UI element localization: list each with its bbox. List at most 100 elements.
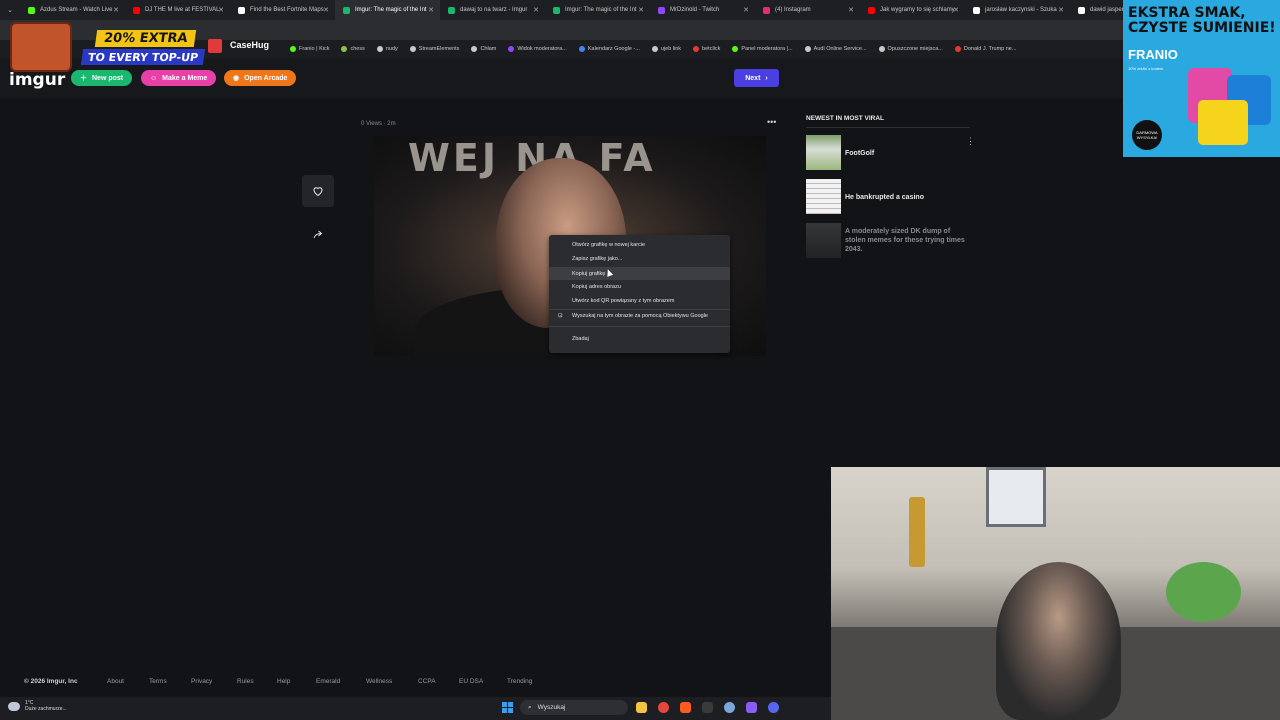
more-options-icon[interactable]: •••	[767, 117, 776, 127]
google-lens-icon: ⊡	[558, 313, 563, 319]
casehug-logo: CaseHug	[230, 40, 270, 50]
tab-title: Jak wygramy to się schlamy	[880, 7, 955, 13]
close-tab-icon[interactable]: ✕	[953, 6, 959, 14]
footer-link[interactable]: Terms	[149, 678, 167, 685]
browser-tab[interactable]: (4) Instagram ✕	[755, 0, 860, 20]
search-icon: ⌕	[528, 703, 532, 711]
file-explorer-icon[interactable]	[636, 702, 647, 713]
tab-favicon-icon	[448, 6, 455, 14]
webcam-streamer	[996, 562, 1121, 720]
close-tab-icon[interactable]: ✕	[113, 6, 119, 14]
close-tab-icon[interactable]: ✕	[428, 6, 434, 14]
app-icon[interactable]	[746, 702, 757, 713]
menu-open-image-new-tab[interactable]: Otwórz grafikę w nowej karcie	[572, 242, 645, 248]
close-tab-icon[interactable]: ✕	[218, 6, 224, 14]
like-button[interactable]	[302, 175, 334, 207]
browser-tab[interactable]: Find the Best Fortnite Maps ✕	[230, 0, 335, 20]
share-button[interactable]	[308, 225, 328, 245]
close-tab-icon[interactable]: ✕	[323, 6, 329, 14]
footer-link[interactable]: CCPA	[418, 678, 436, 685]
bookmark-item[interactable]: Kalendarz Google -...	[578, 46, 640, 52]
bookmark-item[interactable]: Widok moderatora...	[508, 46, 567, 52]
discord-icon[interactable]	[768, 702, 779, 713]
menu-save-image-as[interactable]: Zapisz grafikę jako...	[572, 256, 622, 262]
copyright: © 2026 Imgur, Inc	[24, 678, 78, 685]
share-arrow-icon	[313, 230, 323, 239]
bookmark-icon	[954, 46, 961, 52]
tab-list-icon[interactable]: ⌄	[0, 6, 20, 14]
browser-tab[interactable]: jarosław kaczynski - Szuka ✕	[965, 0, 1070, 20]
ad-subtext: 10% zniżki z kodem	[1128, 66, 1164, 71]
tab-title: MrDzinold - Twitch	[670, 7, 720, 13]
browser-tab[interactable]: Azdus Stream - Watch Live ✕	[20, 0, 125, 20]
app-icon[interactable]	[702, 702, 713, 713]
browser-tab[interactable]: MrDzinold - Twitch ✕	[650, 0, 755, 20]
bookmark-item[interactable]: nudy	[376, 46, 398, 52]
browser-tab[interactable]: dawaj to na twarz - Imgur ✕	[440, 0, 545, 20]
bookmark-item[interactable]: StreamElements	[409, 46, 459, 52]
footer-link[interactable]: Privacy	[191, 678, 212, 685]
post-title: FootGolf	[845, 150, 875, 157]
casehug-ad[interactable]: 20% EXTRA TO EVERY TOP-UP CaseHug	[10, 22, 275, 72]
tab-favicon-icon	[868, 6, 875, 14]
footer-link[interactable]: Help	[277, 678, 290, 685]
footer-link[interactable]: About	[107, 678, 124, 685]
plus-icon: ＋	[80, 75, 87, 82]
bookmark-item[interactable]: Chłam	[471, 46, 496, 52]
franio-ad[interactable]: EKSTRA SMAK, CZYSTE SUMIENIE! FRANIO 10% …	[1123, 0, 1280, 157]
menu-copy-image[interactable]: Kopiuj grafikę	[549, 267, 730, 280]
tab-favicon-icon	[1078, 6, 1085, 14]
meme-icon: ☺	[150, 74, 158, 82]
close-tab-icon[interactable]: ✕	[743, 6, 749, 14]
footer-link[interactable]: Wellness	[366, 678, 392, 685]
make-meme-button[interactable]: ☺ Make a Meme	[141, 70, 217, 86]
footer-link[interactable]: EU DSA	[459, 678, 483, 685]
casehug-line2: TO EVERY TOP-UP	[80, 49, 206, 65]
menu-inspect[interactable]: Zbadaj	[572, 336, 589, 342]
imgur-logo[interactable]: imgur	[9, 70, 65, 90]
chrome-icon[interactable]	[658, 702, 669, 713]
bookmark-item[interactable]: Opuszczone miejsca...	[878, 46, 943, 52]
bookmark-item[interactable]: Franio | Kick	[290, 46, 329, 52]
close-tab-icon[interactable]: ✕	[1058, 6, 1064, 14]
bookmark-item[interactable]: Panel moderatora |...	[732, 46, 793, 52]
app-icon[interactable]	[680, 702, 691, 713]
taskbar-search[interactable]: ⌕ Wyszukaj	[520, 700, 628, 715]
browser-tab[interactable]: DJ THE M live at FESTIVAL ✕	[125, 0, 230, 20]
footer-link[interactable]: Trending	[507, 678, 532, 685]
footer-link[interactable]: Emerald	[316, 678, 340, 685]
tab-title: dawaj to na twarz - Imgur	[460, 7, 528, 13]
close-tab-icon[interactable]: ✕	[848, 6, 854, 14]
close-tab-icon[interactable]: ✕	[638, 6, 644, 14]
new-post-button[interactable]: ＋ New post	[71, 70, 133, 86]
open-arcade-button[interactable]: ◉ Open Arcade	[224, 70, 297, 86]
menu-create-qr-code[interactable]: Utwórz kod QR powiązany z tym obrazem	[572, 298, 674, 304]
next-button[interactable]: Next ›	[734, 69, 779, 87]
post-thumbnail	[806, 179, 841, 214]
bookmark-label: Chłam	[480, 46, 497, 52]
bookmark-icon	[878, 46, 885, 52]
weather-widget[interactable]: 1°C Duże zachmurze...	[8, 700, 67, 712]
bookmark-item[interactable]: Donald J. Trump ne...	[954, 46, 1016, 52]
tab-favicon-icon	[28, 6, 35, 14]
menu-search-google-lens[interactable]: Wyszukaj na tym obrazie za pomocą Obiekt…	[572, 313, 708, 319]
browser-tab[interactable]: Jak wygramy to się schlamy ✕	[860, 0, 965, 20]
menu-copy-image-address[interactable]: Kopiuj adres obrazu	[572, 284, 621, 290]
bookmark-item[interactable]: Audi Online Service...	[804, 46, 867, 52]
ad-headline-line1: EKSTRA SMAK,	[1128, 5, 1246, 21]
close-tab-icon[interactable]: ✕	[533, 6, 539, 14]
bookmark-item[interactable]: ujeb link	[651, 46, 681, 52]
sidebar-kebab-icon[interactable]: ⋮	[966, 136, 975, 147]
settings-icon[interactable]	[724, 702, 735, 713]
bookmark-icon	[409, 46, 416, 52]
bookmark-item[interactable]: betclick	[693, 46, 720, 52]
bookmark-label: Opuszczone miejsca...	[887, 46, 943, 52]
tab-title: Imgur: The magic of the Int	[565, 7, 637, 13]
browser-tab[interactable]: Imgur: The magic of the Int ✕	[545, 0, 650, 20]
bookmark-item[interactable]: chess	[341, 46, 365, 52]
windows-start-icon[interactable]	[502, 702, 513, 713]
bookmark-icon	[341, 46, 348, 52]
bookmark-icon	[693, 46, 700, 52]
browser-tab[interactable]: Imgur: The magic of the Int ✕	[335, 0, 440, 20]
footer-link[interactable]: Rules	[237, 678, 254, 685]
